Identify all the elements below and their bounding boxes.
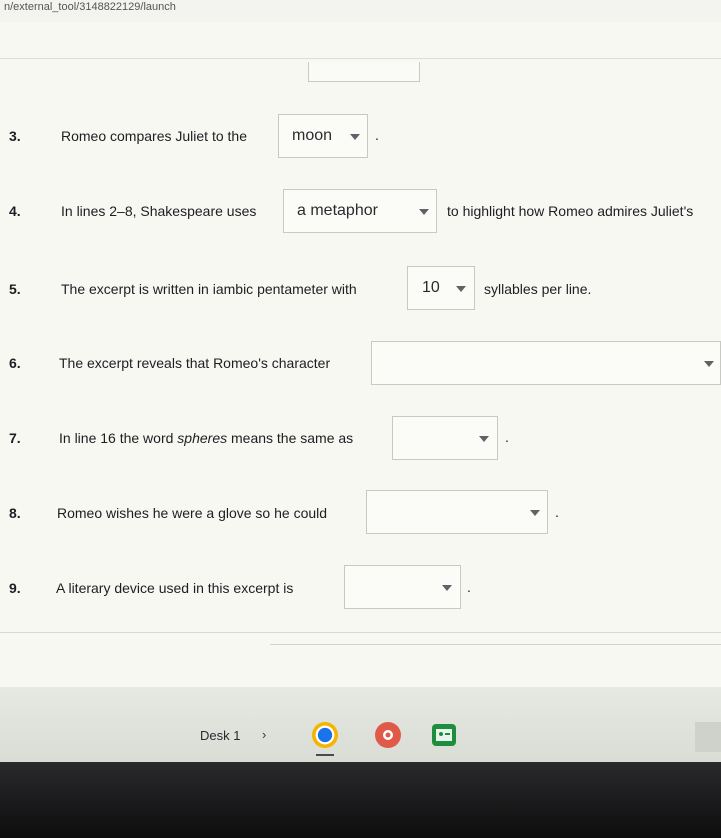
answer-dropdown-7[interactable] xyxy=(392,416,498,460)
question-number: 4. xyxy=(9,203,21,219)
chevron-down-icon xyxy=(530,510,540,516)
question-text: In line 16 the word spheres means the sa… xyxy=(59,429,353,447)
laptop-bezel xyxy=(0,762,721,838)
question-text: The excerpt is written in iambic pentame… xyxy=(61,281,357,297)
question-text-end: . xyxy=(467,579,471,595)
divider xyxy=(0,58,721,59)
chevron-down-icon xyxy=(456,286,466,292)
question-text-end: . xyxy=(555,504,559,520)
dropdown-value: 10 xyxy=(422,279,440,296)
question-number: 8. xyxy=(9,505,21,521)
question-number: 5. xyxy=(9,281,21,297)
emphasized-word: spheres xyxy=(177,430,228,446)
answer-dropdown-9[interactable] xyxy=(344,565,461,609)
chrome-icon[interactable] xyxy=(312,722,338,748)
camera-glyph xyxy=(383,730,393,740)
system-tray[interactable] xyxy=(695,722,721,752)
camera-app-icon[interactable] xyxy=(375,722,401,748)
previous-answer-dropdown[interactable] xyxy=(308,62,420,82)
divider xyxy=(270,644,721,645)
question-text: Romeo compares Juliet to the xyxy=(61,128,247,144)
question-text-end: syllables per line. xyxy=(484,281,592,297)
chevron-right-icon[interactable]: › xyxy=(262,727,266,742)
question-text: In lines 2–8, Shakespeare uses xyxy=(61,203,257,219)
question-text: A literary device used in this excerpt i… xyxy=(56,580,294,596)
answer-dropdown-4[interactable]: a metaphor xyxy=(283,189,437,233)
question-text-end: . xyxy=(505,429,509,445)
chevron-down-icon xyxy=(479,436,489,442)
question-text: The excerpt reveals that Romeo's charact… xyxy=(59,355,331,371)
chevron-down-icon xyxy=(350,134,360,140)
desk-switcher-label[interactable]: Desk 1 xyxy=(200,728,240,743)
answer-dropdown-8[interactable] xyxy=(366,490,548,534)
classroom-glyph xyxy=(436,729,452,741)
url-bar[interactable]: n/external_tool/3148822129/launch xyxy=(0,0,721,22)
chevron-down-icon xyxy=(704,361,714,367)
question-number: 7. xyxy=(9,430,21,446)
question-number: 9. xyxy=(9,580,21,596)
question-text-end: . xyxy=(375,127,379,143)
question-text-end: to highlight how Romeo admires Juliet's xyxy=(447,203,694,219)
chevron-down-icon xyxy=(419,209,429,215)
question-text-part: means the same as xyxy=(231,430,354,446)
question-number: 3. xyxy=(9,128,21,144)
answer-dropdown-3[interactable]: moon xyxy=(278,114,368,158)
question-text-part: In line 16 the word xyxy=(59,430,174,446)
divider xyxy=(0,632,721,633)
dropdown-value: moon xyxy=(292,127,333,144)
question-number: 6. xyxy=(9,355,21,371)
dropdown-value: a metaphor xyxy=(297,202,378,219)
answer-dropdown-6[interactable] xyxy=(371,341,721,385)
chevron-down-icon xyxy=(442,585,452,591)
os-shelf xyxy=(0,687,721,762)
question-text: Romeo wishes he were a glove so he could xyxy=(57,505,328,521)
answer-dropdown-5[interactable]: 10 xyxy=(407,266,475,310)
classroom-app-icon[interactable] xyxy=(432,724,456,746)
active-app-indicator xyxy=(316,754,334,756)
